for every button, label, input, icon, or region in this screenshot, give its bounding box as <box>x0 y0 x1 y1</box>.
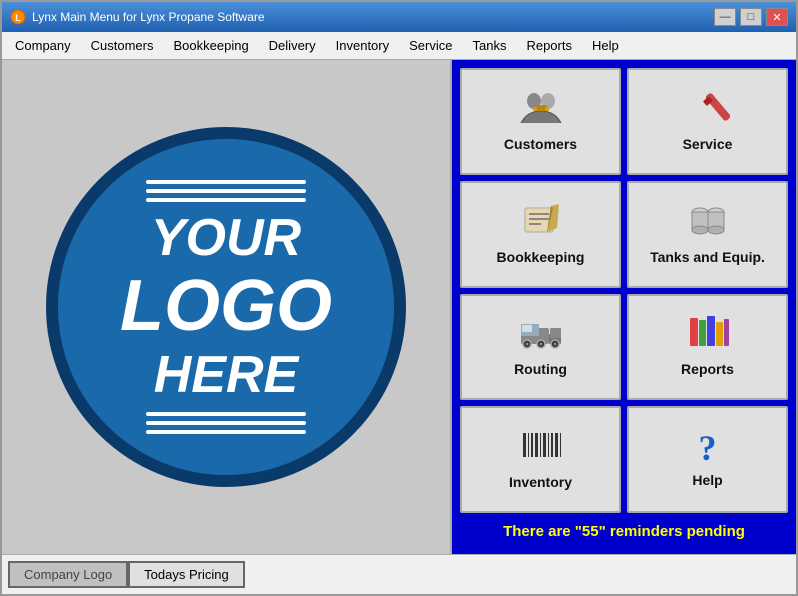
customers-icon <box>519 89 563 130</box>
menu-item-reports[interactable]: Reports <box>517 34 581 57</box>
bookkeeping-label: Bookkeeping <box>497 249 585 265</box>
company-logo-button[interactable]: Company Logo <box>8 561 128 588</box>
help-icon: ? <box>699 430 717 466</box>
tanks-icon <box>686 202 730 243</box>
logo-circle: YOUR LOGO HERE <box>46 127 406 487</box>
inventory-icon <box>519 427 563 468</box>
logo-lines-top <box>146 180 306 202</box>
routing-icon <box>519 314 563 355</box>
title-bar-controls: — □ ✕ <box>714 8 788 26</box>
bookkeeping-button[interactable]: Bookkeeping <box>460 181 621 288</box>
bottom-buttons: Company Logo Todays Pricing <box>2 554 796 594</box>
service-label: Service <box>683 136 733 152</box>
logo-text: YOUR LOGO HERE <box>120 210 332 404</box>
main-content: YOUR LOGO HERE <box>2 60 796 554</box>
logo-lines-bottom <box>146 412 306 434</box>
logo-line-4 <box>146 412 306 416</box>
reports-label: Reports <box>681 361 734 377</box>
customers-button[interactable]: Customers <box>460 68 621 175</box>
todays-pricing-button[interactable]: Todays Pricing <box>128 561 245 588</box>
window-title: Lynx Main Menu for Lynx Propane Software <box>32 10 265 24</box>
menu-item-inventory[interactable]: Inventory <box>327 34 398 57</box>
tanks-label: Tanks and Equip. <box>650 249 765 265</box>
logo-your: YOUR <box>120 210 332 267</box>
logo-line-1 <box>146 180 306 184</box>
reports-icon <box>686 314 730 355</box>
menu-bar: CompanyCustomersBookkeepingDeliveryInven… <box>2 32 796 60</box>
tanks-button[interactable]: Tanks and Equip. <box>627 181 788 288</box>
right-panel: Customers Service <box>452 60 796 554</box>
menu-item-company[interactable]: Company <box>6 34 80 57</box>
menu-item-service[interactable]: Service <box>400 34 461 57</box>
menu-item-help[interactable]: Help <box>583 34 628 57</box>
reports-button[interactable]: Reports <box>627 294 788 401</box>
reminder-text: There are "55" reminders pending <box>460 517 788 546</box>
menu-item-tanks[interactable]: Tanks <box>463 34 515 57</box>
menu-item-customers[interactable]: Customers <box>82 34 163 57</box>
app-icon: L <box>10 9 26 25</box>
title-bar-left: L Lynx Main Menu for Lynx Propane Softwa… <box>10 9 265 25</box>
menu-item-bookkeeping[interactable]: Bookkeeping <box>165 34 258 57</box>
minimize-button[interactable]: — <box>714 8 736 26</box>
bookkeeping-icon <box>519 202 563 243</box>
routing-button[interactable]: Routing <box>460 294 621 401</box>
svg-text:L: L <box>15 13 21 23</box>
logo-line-3 <box>146 198 306 202</box>
inventory-button[interactable]: Inventory <box>460 406 621 513</box>
maximize-button[interactable]: □ <box>740 8 762 26</box>
routing-label: Routing <box>514 361 567 377</box>
logo-line-2 <box>146 189 306 193</box>
logo-line-6 <box>146 430 306 434</box>
customers-label: Customers <box>504 136 577 152</box>
logo-here: HERE <box>120 347 332 404</box>
menu-item-delivery[interactable]: Delivery <box>260 34 325 57</box>
help-button[interactable]: ? Help <box>627 406 788 513</box>
logo-logo: LOGO <box>120 267 332 346</box>
main-window: L Lynx Main Menu for Lynx Propane Softwa… <box>0 0 798 596</box>
title-bar: L Lynx Main Menu for Lynx Propane Softwa… <box>2 2 796 32</box>
close-button[interactable]: ✕ <box>766 8 788 26</box>
help-label: Help <box>692 472 722 488</box>
logo-line-5 <box>146 421 306 425</box>
inventory-label: Inventory <box>509 474 572 490</box>
service-icon <box>686 89 730 130</box>
grid-buttons: Customers Service <box>460 68 788 513</box>
service-button[interactable]: Service <box>627 68 788 175</box>
left-panel: YOUR LOGO HERE <box>2 60 452 554</box>
